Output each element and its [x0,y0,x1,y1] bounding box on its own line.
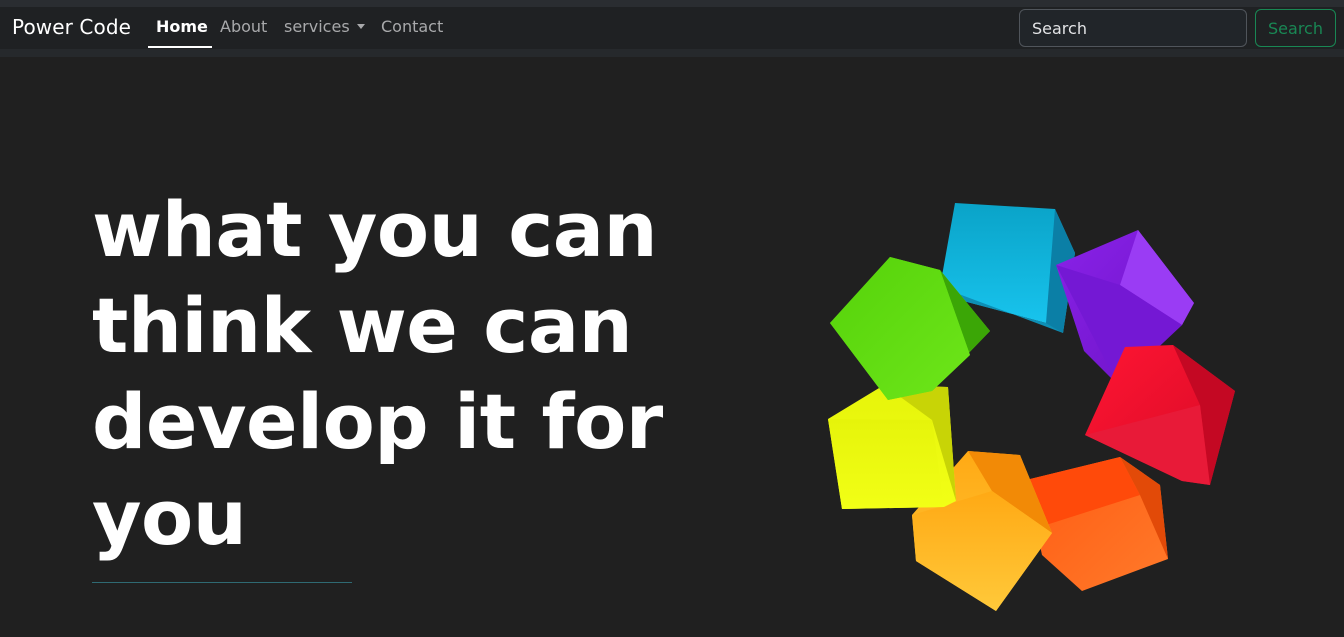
hero-heading-line-2: think we can [92,281,633,370]
hero-heading-line-3: develop it for [92,377,663,466]
search-input[interactable] [1019,9,1247,47]
navbar-divider [0,49,1344,57]
search-button[interactable]: Search [1255,9,1336,47]
nav-contact[interactable]: Contact [381,17,443,36]
nav-about[interactable]: About [220,17,267,36]
hero-underline [92,582,352,583]
cubes-ring-image [828,203,1235,611]
top-strip [0,0,1344,7]
hero-heading-line-4: you [92,473,247,562]
hero-heading-line-1: what you can [92,185,658,274]
nav-home[interactable]: Home [156,17,208,36]
nav-home-underline [148,46,212,48]
cube-yellow [828,385,956,509]
brand-logo[interactable]: Power Code [12,15,131,39]
chevron-down-icon [357,24,365,29]
cubes-illustration [820,195,1245,620]
nav-services-dropdown[interactable]: services [284,17,350,36]
